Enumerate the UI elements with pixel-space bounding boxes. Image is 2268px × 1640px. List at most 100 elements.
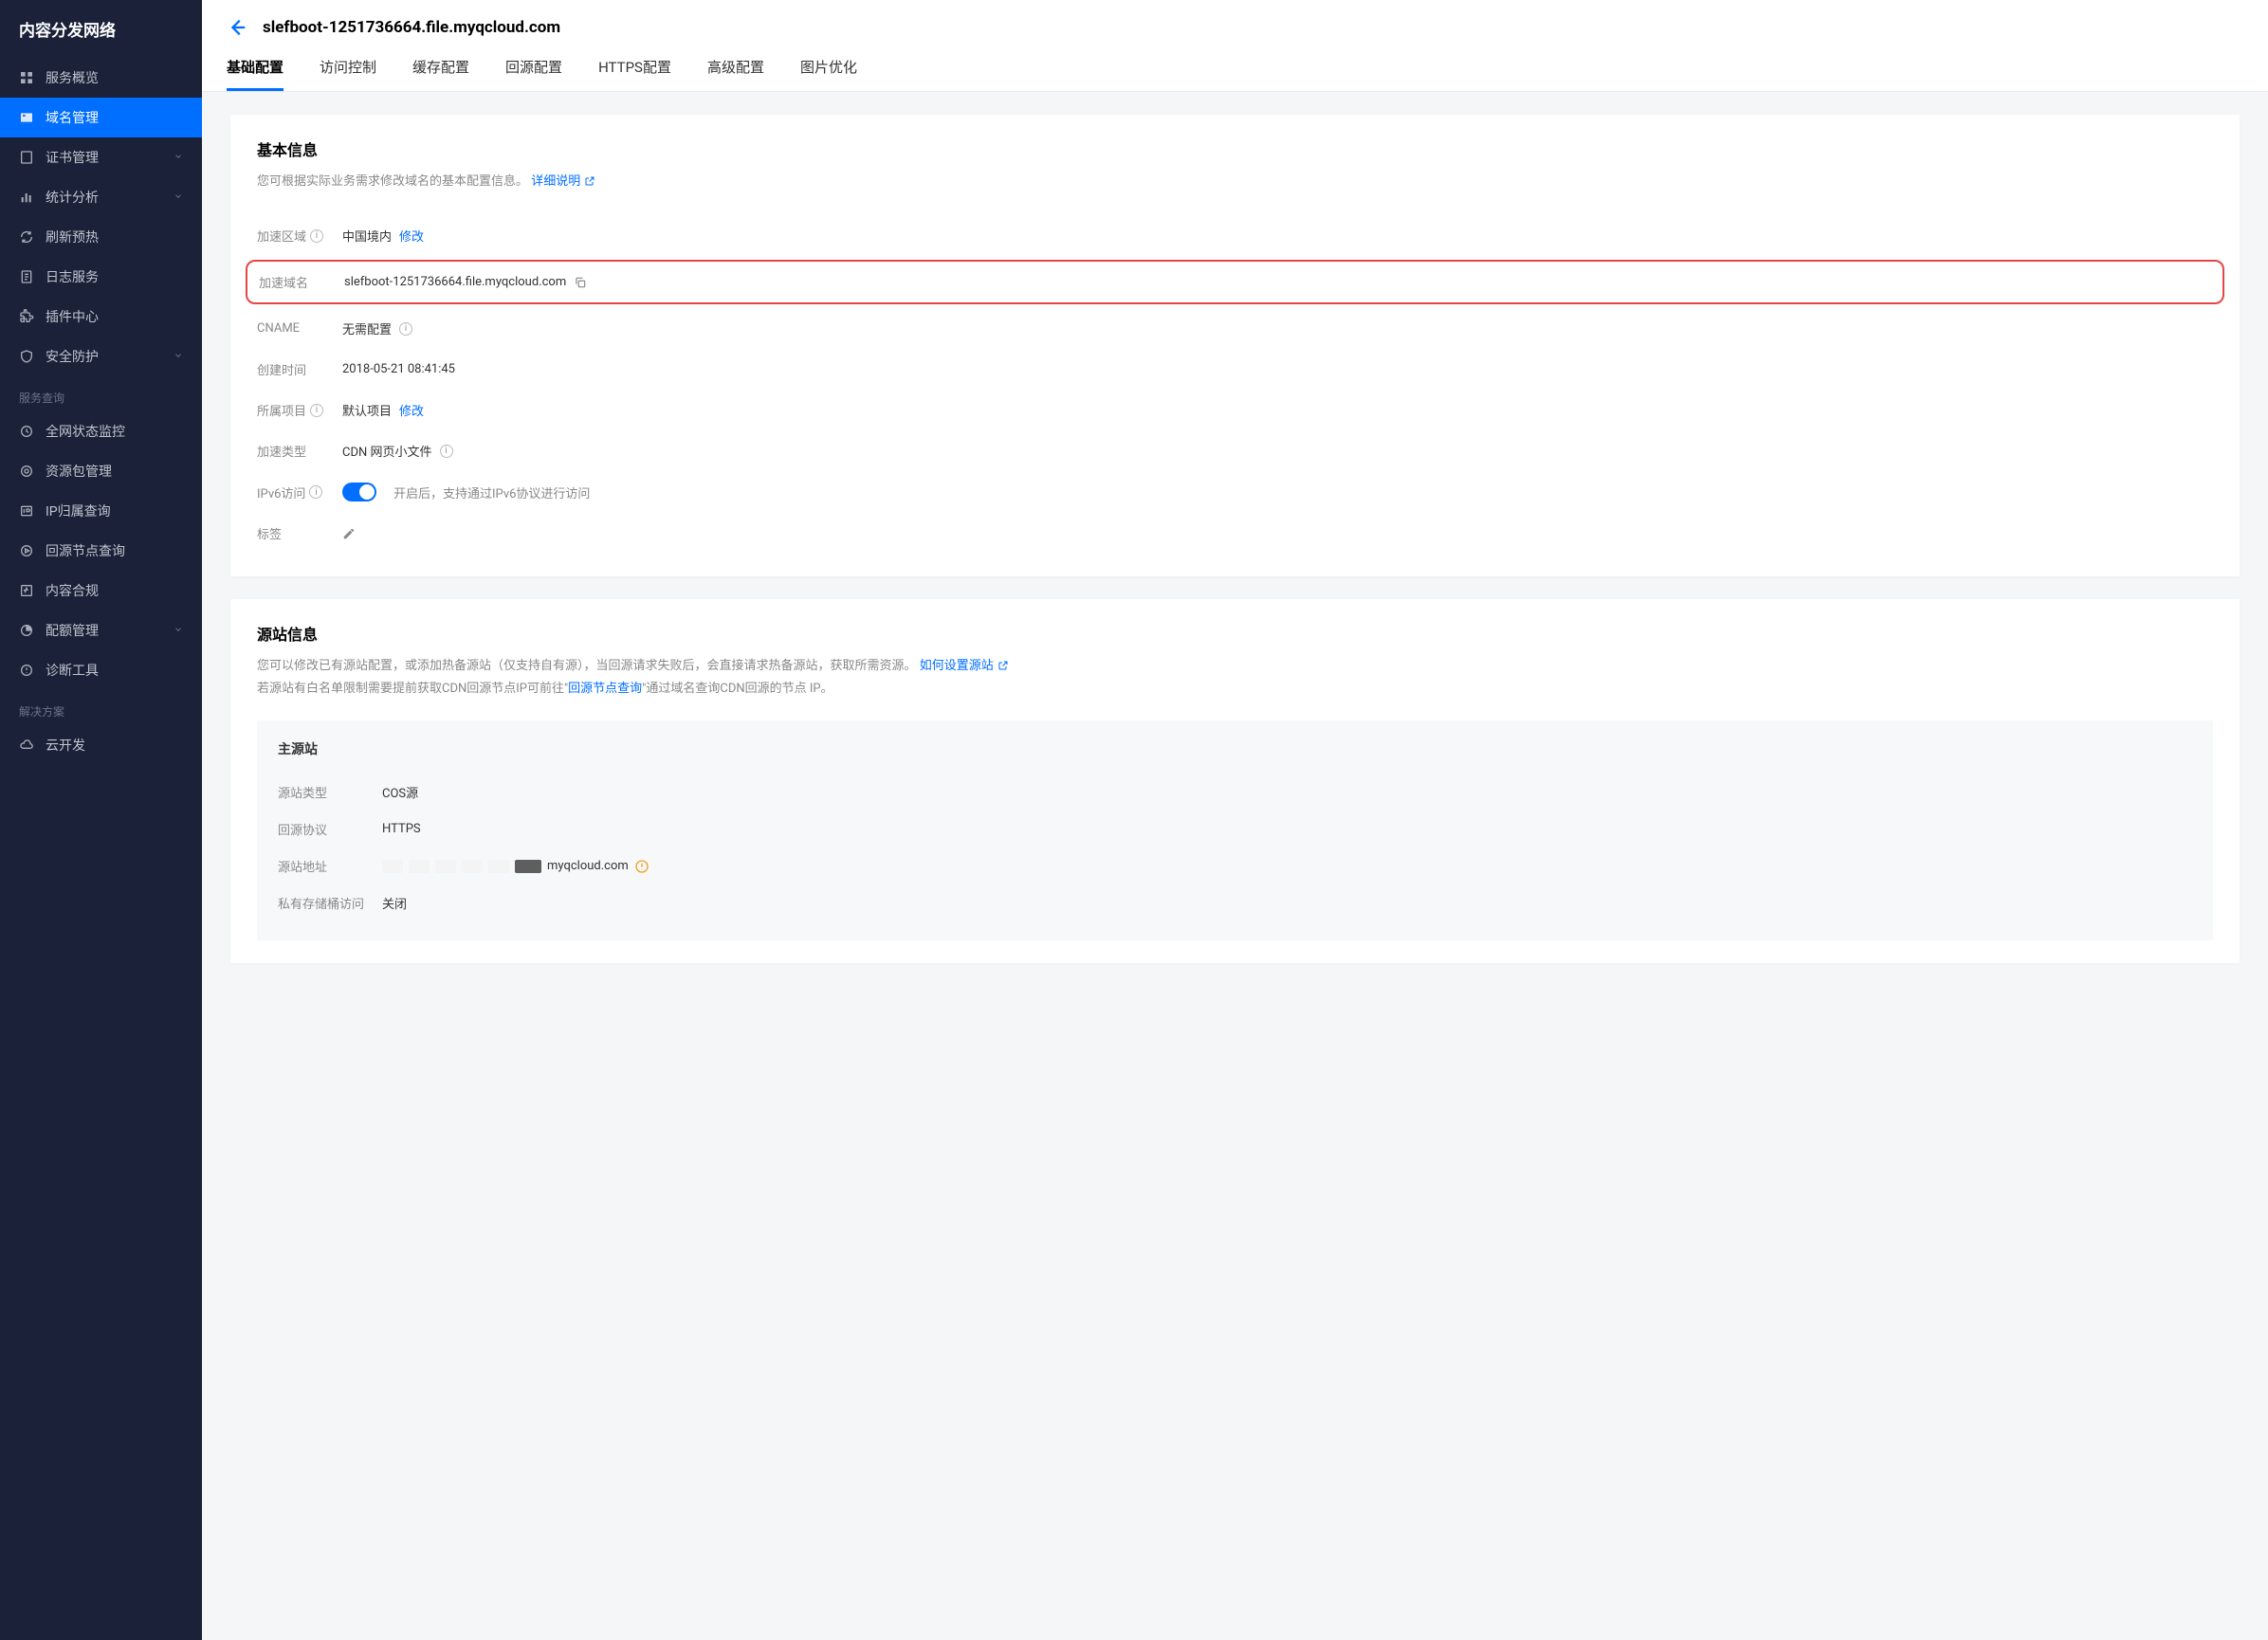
chevron-down-icon [174, 349, 183, 364]
sidebar-item[interactable]: 统计分析 [0, 177, 202, 217]
basic-info-card: 基本信息 您可根据实际业务需求修改域名的基本配置信息。 详细说明 加速区域i 中… [230, 115, 2240, 576]
desc-text: 若源站有白名单限制需要提前获取CDN回源节点IP可前往" [257, 682, 568, 696]
cert-icon [19, 150, 34, 165]
sidebar-item-label: 内容合规 [46, 581, 99, 600]
sidebar-item-label: IP归属查询 [46, 501, 111, 520]
info-icon[interactable]: i [310, 229, 323, 243]
row-domain: 加速域名 slefboot-1251736664.file.myqcloud.c… [259, 271, 2211, 293]
chevron-down-icon [174, 623, 183, 638]
detail-link[interactable]: 详细说明 [531, 174, 595, 189]
row-project: 所属项目 i 默认项目修改 [257, 390, 2213, 430]
subcard-title: 主源站 [278, 739, 2192, 758]
cloud-icon [19, 738, 34, 753]
sidebar-item-label: 插件中心 [46, 307, 99, 326]
plugin-icon [19, 309, 34, 324]
card-desc: 您可根据实际业务需求修改域名的基本配置信息。 详细说明 [257, 172, 2213, 194]
label: 所属项目 [257, 401, 306, 419]
external-link-icon [584, 173, 595, 194]
sidebar-item-label: 证书管理 [46, 148, 99, 167]
dashboard-icon [19, 70, 34, 85]
row-created: 创建时间 2018-05-21 08:41:45 [257, 349, 2213, 390]
sidebar-item-label: 域名管理 [46, 108, 99, 127]
tab[interactable]: 访问控制 [320, 51, 376, 91]
modify-link[interactable]: 修改 [399, 227, 424, 245]
node-icon [19, 543, 34, 558]
sidebar-item[interactable]: 域名管理 [0, 98, 202, 137]
row-region: 加速区域i 中国境内修改 [257, 215, 2213, 256]
sidebar-item-label: 安全防护 [46, 347, 99, 366]
sidebar-item[interactable]: 日志服务 [0, 257, 202, 297]
row-type: 加速类型 CDN 网页小文件i [257, 430, 2213, 471]
warning-icon[interactable] [634, 859, 649, 874]
info-icon[interactable]: i [309, 485, 322, 499]
sidebar-item-label: 刷新预热 [46, 228, 99, 246]
desc-text: 您可根据实际业务需求修改域名的基本配置信息。 [257, 174, 528, 189]
sidebar-item[interactable]: 诊断工具 [0, 650, 202, 690]
tab[interactable]: HTTPS配置 [598, 51, 671, 91]
tab[interactable]: 图片优化 [800, 51, 857, 91]
tab[interactable]: 高级配置 [707, 51, 764, 91]
log-icon [19, 269, 34, 284]
quota-icon [19, 623, 34, 638]
main-origin-subcard: 主源站 源站类型 COS源 回源协议 HTTPS 源站地址 [257, 720, 2213, 940]
label: 创建时间 [257, 360, 306, 378]
ipv6-toggle[interactable] [342, 483, 376, 501]
value: 默认项目 [342, 401, 392, 419]
howto-link[interactable]: 如何设置源站 [920, 659, 1009, 673]
row-ipv6: IPv6访问i 开启后，支持通过IPv6协议进行访问 [257, 471, 2213, 513]
value: HTTPS [382, 822, 421, 836]
card-desc: 您可以修改已有源站配置，或添加热备源站（仅支持自有源），当回源请求失败后，会直接… [257, 656, 2213, 700]
sidebar-item[interactable]: 插件中心 [0, 297, 202, 337]
sidebar-item[interactable]: 内容合规 [0, 571, 202, 610]
row-cname: CNAME 无需配置i [257, 308, 2213, 349]
addr-suffix: myqcloud.com [547, 859, 629, 873]
chevron-down-icon [174, 190, 183, 205]
sidebar-item[interactable]: 回源节点查询 [0, 531, 202, 571]
value: 2018-05-21 08:41:45 [342, 362, 455, 376]
row-origin-type: 源站类型 COS源 [278, 774, 2192, 811]
sidebar-item[interactable]: 资源包管理 [0, 451, 202, 491]
page-title: slefboot-1251736664.file.myqcloud.com [263, 18, 560, 37]
sidebar-item-label: 回源节点查询 [46, 541, 125, 560]
sidebar-item[interactable]: 证书管理 [0, 137, 202, 177]
tab[interactable]: 基础配置 [227, 51, 284, 91]
tab[interactable]: 回源配置 [505, 51, 562, 91]
label: 加速域名 [259, 273, 308, 291]
label: 回源协议 [278, 820, 382, 838]
sidebar-item[interactable]: 安全防护 [0, 337, 202, 376]
sidebar-menu: 服务概览域名管理证书管理统计分析刷新预热日志服务插件中心安全防护 服务查询 全网… [0, 58, 202, 1640]
desc-text: 您可以修改已有源站配置，或添加热备源站（仅支持自有源），当回源请求失败后，会直接… [257, 659, 917, 673]
node-query-link[interactable]: 回源节点查询 [568, 682, 642, 696]
value: CDN 网页小文件 [342, 442, 432, 460]
hint: 开启后，支持通过IPv6协议进行访问 [393, 483, 590, 501]
sidebar-item[interactable]: 配额管理 [0, 610, 202, 650]
tab[interactable]: 缓存配置 [412, 51, 469, 91]
highlight-domain-row: 加速域名 slefboot-1251736664.file.myqcloud.c… [246, 260, 2224, 304]
diag-icon [19, 663, 34, 678]
modify-link[interactable]: 修改 [399, 401, 424, 419]
sidebar-item[interactable]: 云开发 [0, 725, 202, 765]
chevron-down-icon [174, 150, 183, 165]
value: 关闭 [382, 894, 407, 912]
row-origin-protocol: 回源协议 HTTPS [278, 811, 2192, 847]
sidebar-item[interactable]: IP归属查询 [0, 491, 202, 531]
ip-icon [19, 503, 34, 519]
sidebar-item[interactable]: 全网状态监控 [0, 411, 202, 451]
sidebar-item-label: 诊断工具 [46, 661, 99, 680]
label: CNAME [257, 321, 300, 336]
back-button[interactable] [227, 17, 247, 38]
info-icon[interactable]: i [310, 404, 323, 417]
info-icon[interactable]: i [399, 322, 412, 336]
sidebar-item-label: 云开发 [46, 736, 85, 755]
edit-icon[interactable] [342, 527, 356, 540]
main: slefboot-1251736664.file.myqcloud.com 基础… [202, 0, 2268, 1640]
sidebar-item[interactable]: 服务概览 [0, 58, 202, 98]
label: 源站地址 [278, 857, 382, 875]
info-icon[interactable]: i [440, 445, 453, 458]
content-icon [19, 583, 34, 598]
sidebar-item-label: 资源包管理 [46, 462, 112, 481]
copy-icon[interactable] [574, 276, 587, 289]
stats-icon [19, 190, 34, 205]
monitor-icon [19, 424, 34, 439]
sidebar-item[interactable]: 刷新预热 [0, 217, 202, 257]
